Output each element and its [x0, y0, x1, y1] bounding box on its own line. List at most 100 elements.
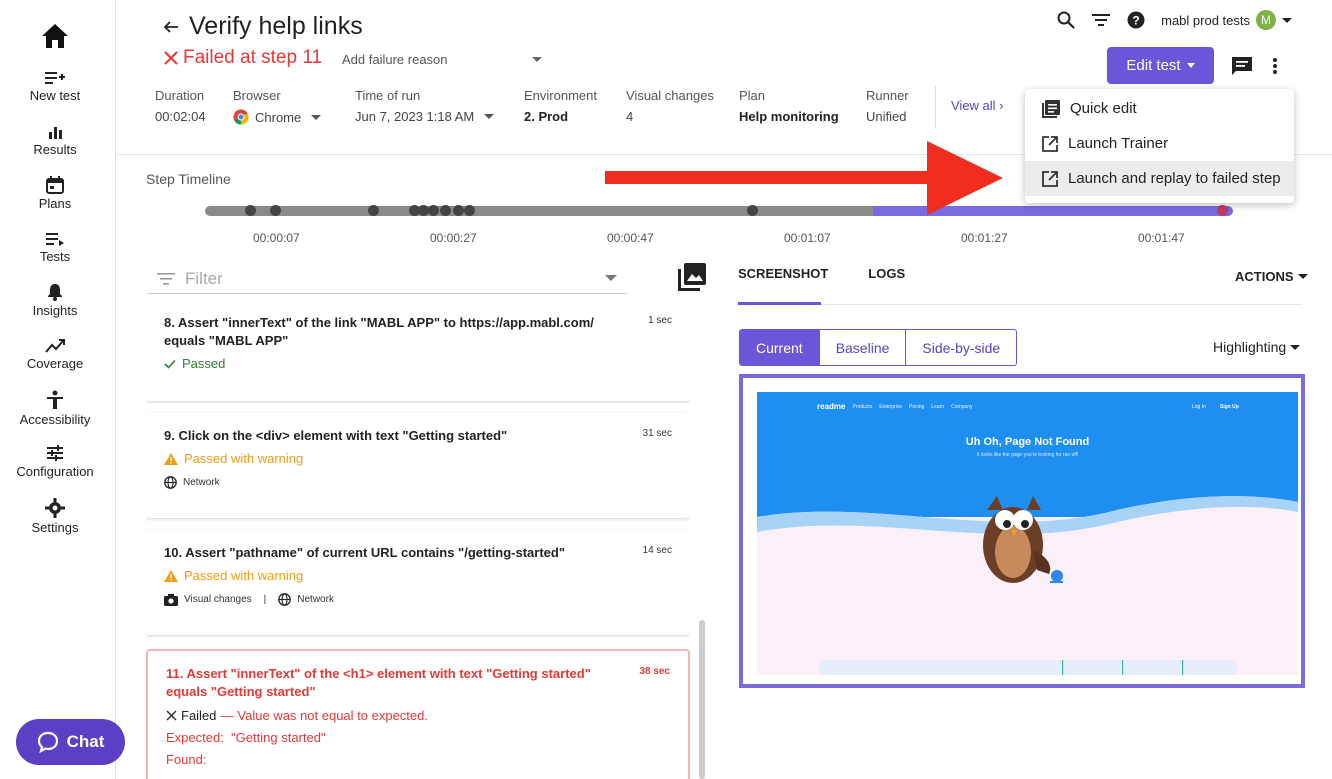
menu-item-launch-replay[interactable]: Launch and replay to failed step: [1025, 161, 1294, 196]
sidebar-item-label: Results: [33, 142, 77, 157]
failure-text: Value was not equal to expected.: [237, 708, 428, 723]
search-icon[interactable]: [1057, 11, 1075, 29]
status-text: Passed with warning: [184, 451, 304, 466]
failure-message: Failed — Value was not equal to expected…: [166, 708, 670, 723]
step-card-11[interactable]: 11. Assert "innerText" of the <h1> eleme…: [146, 649, 690, 779]
insights-icon: [48, 284, 62, 301]
top-toolbar: ? mabl prod tests M: [1057, 10, 1292, 30]
filter-icon[interactable]: [1091, 12, 1111, 28]
sidebar-item-configuration[interactable]: Configuration: [0, 444, 110, 479]
meta-browser[interactable]: Browser Chrome: [233, 88, 322, 125]
tag-visual-changes[interactable]: Visual changes: [184, 594, 252, 605]
meta-value: Jun 7, 2023 1:18 AM: [355, 109, 495, 124]
screenshot-nav-item: Company: [951, 403, 973, 410]
highlighting-label: Highlighting: [1213, 339, 1287, 355]
actions-menu[interactable]: ACTIONS: [1235, 269, 1308, 284]
more-vert-icon[interactable]: [1272, 57, 1278, 75]
highlighting-menu[interactable]: Highlighting: [1213, 339, 1301, 355]
tag-network[interactable]: Network: [183, 477, 220, 488]
meta-value[interactable]: 2. Prod: [524, 109, 597, 124]
menu-item-quick-edit[interactable]: Quick edit: [1025, 91, 1294, 126]
timeline-tick: 00:00:47: [607, 231, 654, 245]
sidebar-item-label: Accessibility: [19, 412, 91, 427]
sidebar-item-results[interactable]: Results: [0, 124, 110, 157]
step-status: Passed with warning: [164, 451, 672, 466]
sidebar-item-label: Configuration: [16, 464, 94, 479]
step-card-9[interactable]: 9. Click on the <div> element with text …: [146, 413, 690, 518]
open-in-new-icon: [1042, 170, 1058, 187]
timeline-step-marker[interactable]: [368, 205, 379, 216]
timeline-step-marker[interactable]: [464, 205, 475, 216]
sidebar-item-new-test[interactable]: New test: [0, 70, 110, 103]
filter-placeholder: Filter: [185, 268, 223, 288]
screenshot-nav: readme Products Enterprise Pricing Learn…: [817, 402, 973, 411]
meta-label: Browser: [233, 88, 281, 103]
sidebar-item-accessibility[interactable]: Accessibility: [0, 390, 110, 427]
timeline-failed-marker[interactable]: [1217, 205, 1228, 216]
home-icon[interactable]: [40, 22, 70, 50]
status-text: Passed with warning: [184, 568, 304, 583]
screenshot-subheading: It looks like the page you're looking fo…: [976, 452, 1079, 458]
step-filter-input[interactable]: Filter: [147, 264, 627, 294]
tab-screenshot[interactable]: SCREENSHOT: [738, 266, 828, 281]
view-all-link[interactable]: View all ›: [951, 98, 1004, 113]
sidebar-item-coverage[interactable]: Coverage: [0, 338, 110, 371]
close-icon: [164, 51, 178, 65]
timeline-step-marker[interactable]: [270, 205, 281, 216]
timeline-tick: 00:01:07: [784, 231, 831, 245]
segment-side-by-side[interactable]: Side-by-side: [905, 330, 1016, 365]
edit-test-button[interactable]: Edit test: [1107, 47, 1214, 84]
comment-icon[interactable]: [1231, 56, 1253, 76]
quick-edit-icon: [1042, 99, 1060, 118]
edit-dropdown-menu: Quick edit Launch Trainer Launch and rep…: [1025, 89, 1294, 203]
tab-logs[interactable]: LOGS: [868, 266, 905, 281]
step-tags: Network: [164, 476, 672, 489]
workspace-switcher[interactable]: mabl prod tests M: [1161, 10, 1292, 30]
screenshot-frame: readme Products Enterprise Pricing Learn…: [739, 374, 1305, 688]
page-screenshot[interactable]: readme Products Enterprise Pricing Learn…: [757, 392, 1298, 675]
failure-reason-select[interactable]: Add failure reason: [342, 52, 542, 67]
screenshot-nav-item: Learn: [931, 403, 945, 410]
image-gallery-icon[interactable]: [678, 263, 706, 291]
time-value: Jun 7, 2023 1:18 AM: [355, 109, 475, 124]
menu-item-label: Launch Trainer: [1068, 135, 1169, 152]
timeline-step-marker[interactable]: [428, 205, 439, 216]
meta-label: Plan: [739, 88, 766, 103]
help-icon[interactable]: ?: [1127, 11, 1145, 29]
timeline-step-marker[interactable]: [245, 205, 256, 216]
screenshot-nav-item: Enterprise: [879, 403, 902, 410]
meta-duration: Duration 00:02:04: [155, 88, 206, 124]
chat-label: Chat: [66, 732, 105, 751]
meta-time-of-run[interactable]: Time of run Jun 7, 2023 1:18 AM: [355, 88, 495, 124]
sidebar-item-plans[interactable]: Plans: [0, 176, 110, 211]
svg-text:?: ?: [1132, 14, 1139, 28]
timeline-step-marker[interactable]: [440, 205, 451, 216]
step-list-scrollbar[interactable]: [699, 620, 705, 779]
step-card-8[interactable]: 8. Assert "innerText" of the link "MABL …: [146, 300, 690, 401]
sidebar-item-insights[interactable]: Insights: [0, 283, 110, 318]
readme-logo: readme: [817, 402, 846, 411]
meta-value[interactable]: 4: [626, 109, 714, 124]
meta-value[interactable]: Help monitoring: [739, 109, 839, 124]
segment-current[interactable]: Current: [740, 330, 819, 365]
tag-network[interactable]: Network: [297, 594, 334, 605]
sidebar-item-tests[interactable]: Tests: [0, 231, 110, 264]
back-arrow-icon[interactable]: [163, 19, 179, 35]
sidebar-item-settings[interactable]: Settings: [0, 498, 110, 535]
meta-visual-changes: Visual changes 4: [626, 88, 714, 124]
plans-icon: [46, 176, 64, 194]
step-card-10[interactable]: 10. Assert "pathname" of current URL con…: [146, 530, 690, 635]
step-duration: 38 sec: [639, 666, 670, 677]
sidebar-item-label: Coverage: [26, 356, 84, 371]
step-title: 10. Assert "pathname" of current URL con…: [164, 545, 566, 560]
tests-icon: [46, 233, 64, 246]
chevron-down-icon: [484, 114, 495, 119]
divider: [935, 86, 936, 128]
browser-value: Chrome: [255, 109, 302, 125]
menu-item-launch-trainer[interactable]: Launch Trainer: [1025, 126, 1294, 161]
timeline-step-marker[interactable]: [453, 205, 464, 216]
avatar: M: [1256, 10, 1276, 30]
segment-baseline[interactable]: Baseline: [818, 330, 906, 365]
view-all-label: View all: [951, 98, 996, 113]
chat-button[interactable]: Chat: [16, 719, 125, 765]
